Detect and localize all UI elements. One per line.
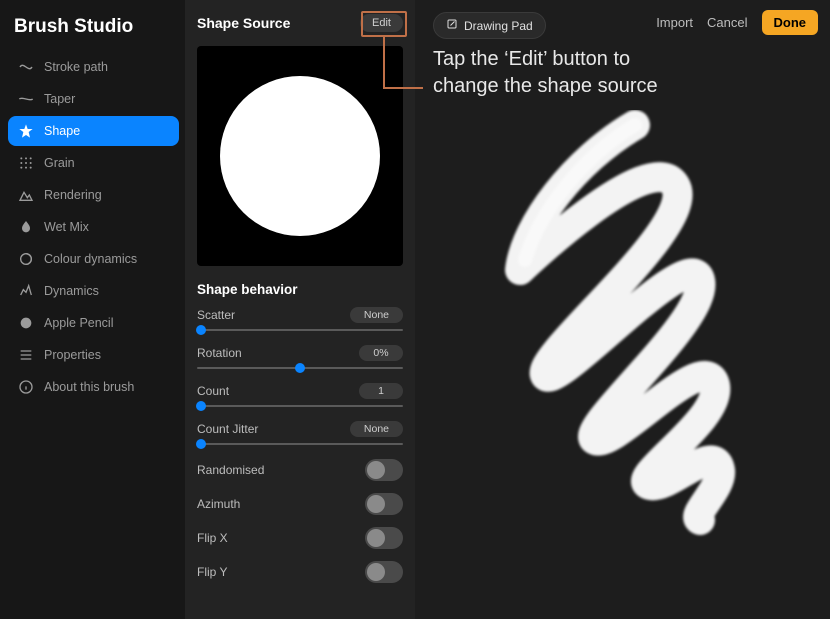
sidebar-item-label: Stroke path bbox=[44, 60, 108, 74]
brush-stroke-preview bbox=[465, 110, 785, 550]
sidebar-item-label: Shape bbox=[44, 124, 80, 138]
toggle-label: Flip Y bbox=[197, 565, 227, 579]
slider-count: Count 1 bbox=[197, 383, 403, 407]
sidebar-item-about[interactable]: About this brush bbox=[8, 372, 179, 402]
drawing-pad-label: Drawing Pad bbox=[464, 19, 533, 33]
grain-icon bbox=[18, 155, 34, 171]
slider-track[interactable] bbox=[197, 443, 403, 445]
sidebar-item-dynamics[interactable]: Dynamics bbox=[8, 276, 179, 306]
slider-value: None bbox=[350, 421, 403, 437]
callout-text: Tap the ‘Edit’ button to change the shap… bbox=[433, 46, 658, 100]
sidebar-item-label: About this brush bbox=[44, 380, 134, 394]
slider-label: Rotation bbox=[197, 346, 242, 360]
slider-count-jitter: Count Jitter None bbox=[197, 421, 403, 445]
slider-scatter: Scatter None bbox=[197, 307, 403, 331]
sidebar-item-wet-mix[interactable]: Wet Mix bbox=[8, 212, 179, 242]
sidebar-item-grain[interactable]: Grain bbox=[8, 148, 179, 178]
slider-rotation: Rotation 0% bbox=[197, 345, 403, 369]
slider-label: Count bbox=[197, 384, 229, 398]
import-button[interactable]: Import bbox=[656, 15, 693, 30]
sidebar-item-rendering[interactable]: Rendering bbox=[8, 180, 179, 210]
slider-label: Count Jitter bbox=[197, 422, 258, 436]
toggle-label: Flip X bbox=[197, 531, 228, 545]
shape-preview[interactable] bbox=[197, 46, 403, 266]
panel-title: Shape Source bbox=[197, 15, 290, 31]
sidebar-item-label: Taper bbox=[44, 92, 75, 106]
edit-button[interactable]: Edit bbox=[360, 14, 403, 32]
colour-dynamics-icon bbox=[18, 251, 34, 267]
dynamics-icon bbox=[18, 283, 34, 299]
toggle-flip-y-row: Flip Y bbox=[197, 555, 403, 589]
behavior-title: Shape behavior bbox=[197, 282, 403, 297]
sidebar-item-label: Properties bbox=[44, 348, 101, 362]
taper-icon bbox=[18, 91, 34, 107]
properties-icon bbox=[18, 347, 34, 363]
sidebar-item-label: Dynamics bbox=[44, 284, 99, 298]
toggle-label: Azimuth bbox=[197, 497, 240, 511]
annotation-leader-h bbox=[383, 87, 423, 89]
sidebar-item-colour-dynamics[interactable]: Colour dynamics bbox=[8, 244, 179, 274]
canvas-area: Drawing Pad Import Cancel Done Tap the ‘… bbox=[415, 0, 830, 619]
toggle-randomised-row: Randomised bbox=[197, 453, 403, 487]
sidebar-item-label: Colour dynamics bbox=[44, 252, 137, 266]
slider-label: Scatter bbox=[197, 308, 235, 322]
edit-square-icon bbox=[446, 18, 458, 33]
sidebar-item-properties[interactable]: Properties bbox=[8, 340, 179, 370]
sidebar-item-label: Grain bbox=[44, 156, 75, 170]
slider-track[interactable] bbox=[197, 367, 403, 369]
stroke-path-icon bbox=[18, 59, 34, 75]
about-icon bbox=[18, 379, 34, 395]
done-button[interactable]: Done bbox=[762, 10, 819, 35]
sidebar-item-shape[interactable]: Shape bbox=[8, 116, 179, 146]
slider-value: 0% bbox=[359, 345, 403, 361]
app-title: Brush Studio bbox=[8, 12, 179, 52]
wet-mix-icon bbox=[18, 219, 34, 235]
slider-value: None bbox=[350, 307, 403, 323]
slider-track[interactable] bbox=[197, 329, 403, 331]
toggle-flip-x-row: Flip X bbox=[197, 521, 403, 555]
toggle-flip-x[interactable] bbox=[365, 527, 403, 549]
cancel-button[interactable]: Cancel bbox=[707, 15, 747, 30]
toggle-azimuth-row: Azimuth bbox=[197, 487, 403, 521]
sidebar: Brush Studio Stroke path Taper Shape Gra… bbox=[0, 0, 185, 619]
sidebar-item-stroke-path[interactable]: Stroke path bbox=[8, 52, 179, 82]
sidebar-item-label: Apple Pencil bbox=[44, 316, 114, 330]
drawing-pad-button[interactable]: Drawing Pad bbox=[433, 12, 546, 39]
shape-circle-icon bbox=[220, 76, 380, 236]
sidebar-item-taper[interactable]: Taper bbox=[8, 84, 179, 114]
shape-icon bbox=[18, 123, 34, 139]
sidebar-nav: Stroke path Taper Shape Grain Rendering … bbox=[8, 52, 179, 402]
sidebar-item-label: Rendering bbox=[44, 188, 102, 202]
toggle-randomised[interactable] bbox=[365, 459, 403, 481]
sidebar-item-label: Wet Mix bbox=[44, 220, 89, 234]
apple-pencil-icon bbox=[18, 315, 34, 331]
toggle-label: Randomised bbox=[197, 463, 264, 477]
slider-track[interactable] bbox=[197, 405, 403, 407]
toggle-azimuth[interactable] bbox=[365, 493, 403, 515]
slider-value: 1 bbox=[359, 383, 403, 399]
annotation-leader-v bbox=[383, 37, 385, 89]
sidebar-item-apple-pencil[interactable]: Apple Pencil bbox=[8, 308, 179, 338]
rendering-icon bbox=[18, 187, 34, 203]
settings-panel: Shape Source Edit Shape behavior Scatter… bbox=[185, 0, 415, 619]
toggle-flip-y[interactable] bbox=[365, 561, 403, 583]
